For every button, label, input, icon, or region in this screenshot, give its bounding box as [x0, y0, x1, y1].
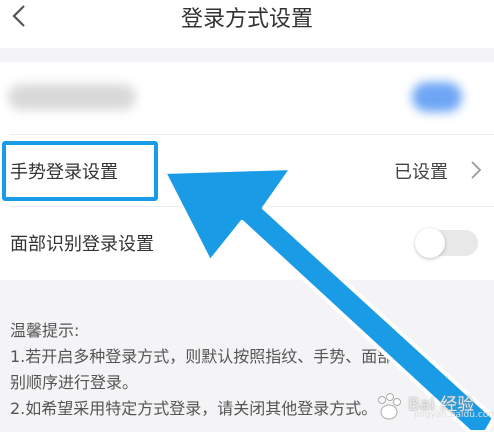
face-login-label: 面部识别登录设置 — [10, 234, 154, 255]
baidu-watermark: Bai 经验 jingyan.baidu.com — [372, 386, 494, 426]
highlight-annotation-box — [2, 141, 158, 201]
page-title: 登录方式设置 — [180, 7, 313, 32]
header-bar: 登录方式设置 — [0, 0, 494, 48]
face-login-toggle[interactable] — [415, 228, 478, 258]
tips-title: 温馨提示: — [10, 321, 80, 340]
face-login-row: 面部识别登录设置 — [0, 206, 494, 278]
watermark-url: jingyan.baidu.com — [414, 410, 494, 420]
chevron-right-icon — [471, 161, 482, 179]
blurred-setting-row[interactable] — [0, 62, 494, 134]
login-settings-page: 登录方式设置 手势登录设置 已设置 面部识别登录设置 温馨提示: 1.若开启多种… — [0, 0, 494, 432]
gesture-status-value: 已设置 — [394, 162, 448, 183]
toggle-knob — [415, 228, 445, 258]
blurred-toggle[interactable] — [412, 82, 462, 112]
tips-line: 1.若开启多种登录方式，则默认按照指纹、手势、面部识 — [10, 347, 410, 366]
blurred-label — [8, 84, 136, 110]
paw-logo-icon — [378, 393, 401, 420]
